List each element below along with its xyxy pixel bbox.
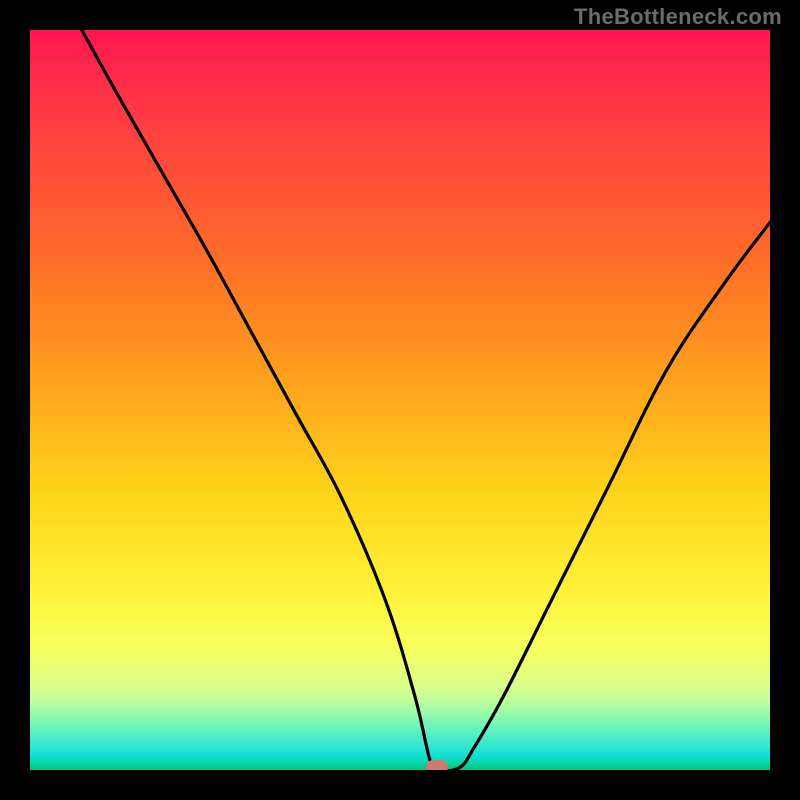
minimum-marker: [426, 760, 448, 770]
bottleneck-curve-path: [82, 30, 770, 770]
watermark-text: TheBottleneck.com: [574, 4, 782, 30]
curve-layer: [30, 30, 770, 770]
chart-frame: TheBottleneck.com: [0, 0, 800, 800]
plot-area: [30, 30, 770, 770]
